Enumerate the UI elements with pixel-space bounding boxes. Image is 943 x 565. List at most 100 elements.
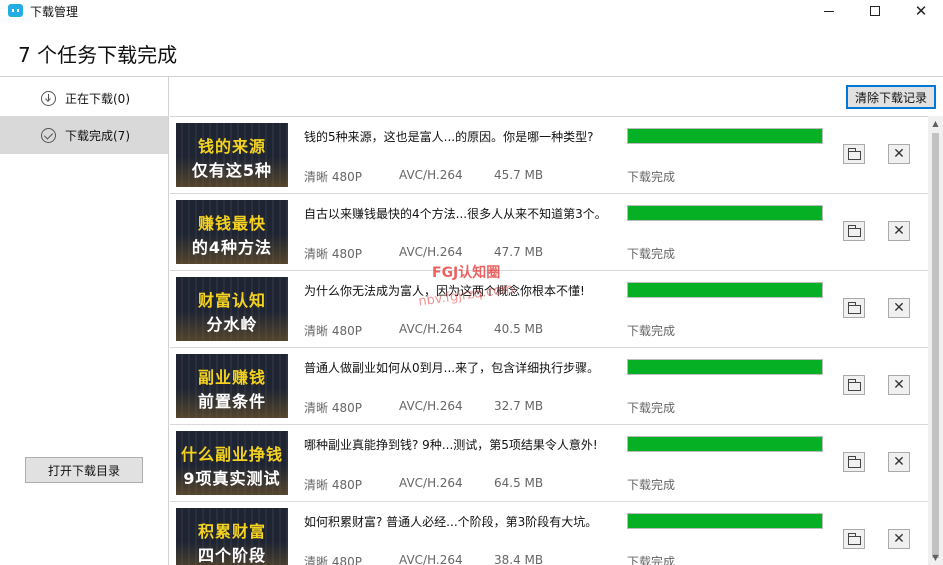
video-thumbnail[interactable]: 积累财富 四个阶段 <box>176 508 288 565</box>
file-size: 45.7 MB <box>494 168 544 182</box>
open-folder-button[interactable] <box>843 298 865 318</box>
thumbnail-caption-top: 副业赚钱 <box>197 368 266 387</box>
progress-fill <box>628 514 822 528</box>
download-row[interactable]: 副业赚钱前置条件 普通人做副业如何从0到月...来了，包含详细执行步骤。 清晰 48… <box>170 348 928 425</box>
progress-bar <box>627 282 823 298</box>
download-row[interactable]: 积累财富 四个阶段 如何积累财富? 普通人必经...个阶段，第3阶段有大坑。清晰 4… <box>170 502 928 565</box>
open-folder-button[interactable] <box>843 221 865 241</box>
delete-x-icon: ✕ <box>893 146 905 162</box>
delete-button[interactable]: ✕ <box>888 529 910 549</box>
page-title: 7 个任务下载完成 <box>18 43 178 67</box>
download-status: 下载完成 <box>627 478 676 492</box>
video-thumbnail[interactable]: 什么副业挣钱 9项真实测试 <box>176 431 288 495</box>
video-quality: 清晰 480P <box>304 324 362 338</box>
sidebar-item-downloading[interactable]: 正在下载(0) <box>0 79 168 117</box>
open-download-folder-button[interactable]: 打开下载目录 <box>25 457 143 483</box>
progress-fill <box>628 206 822 220</box>
video-quality: 清晰 480P <box>304 247 362 261</box>
folder-icon <box>847 532 861 545</box>
download-row[interactable]: 什么副业挣钱 9项真实测试 哪种副业真能挣到钱? 9种...测试，第5项结果令人意外… <box>170 425 928 502</box>
video-thumbnail[interactable]: 财富认知 分水岭 <box>176 277 288 341</box>
video-codec: AVC/H.264 <box>399 399 463 413</box>
video-title: 如何积累财富? 普通人必经...个阶段，第3阶段有大坑。 <box>304 515 598 529</box>
minimize-button[interactable] <box>806 0 852 22</box>
thumbnail-caption-bottom: 前置条件 <box>197 392 266 411</box>
folder-icon <box>847 301 861 314</box>
window-title: 下载管理 <box>30 5 79 19</box>
close-icon: ✕ <box>914 1 928 20</box>
delete-button[interactable]: ✕ <box>888 221 910 241</box>
video-quality: 清晰 480P <box>304 555 362 565</box>
delete-button[interactable]: ✕ <box>888 375 910 395</box>
open-folder-button[interactable] <box>843 452 865 472</box>
thumbnail-caption-top: 钱的来源 <box>197 137 266 156</box>
thumbnail-caption-bottom: 四个阶段 <box>197 546 266 565</box>
delete-x-icon: ✕ <box>893 454 905 470</box>
progress-fill <box>628 283 822 297</box>
minimize-icon <box>824 10 834 12</box>
video-quality: 清晰 480P <box>304 170 362 184</box>
video-thumbnail[interactable]: 副业赚钱 前置条件 <box>176 354 288 418</box>
file-size: 38.4 MB <box>494 553 544 565</box>
maximize-icon <box>870 6 880 16</box>
open-folder-button[interactable] <box>843 375 865 395</box>
video-codec: AVC/H.264 <box>399 245 463 259</box>
progress-fill <box>628 129 822 143</box>
delete-button[interactable]: ✕ <box>888 452 910 472</box>
video-quality: 清晰 480P <box>304 401 362 415</box>
video-thumbnail[interactable]: 钱的来源 仅有这5种 <box>176 123 288 187</box>
video-codec: AVC/H.264 <box>399 168 463 182</box>
video-title: 为什么你无法成为富人，因为这两个概念你根本不懂! <box>304 284 585 298</box>
download-row[interactable]: 财富认知 分水岭 为什么你无法成为富人，因为这两个概念你根本不懂! 清晰 480P AV… <box>170 271 928 348</box>
download-row[interactable]: 钱的来源 仅有这5种 钱的5种来源，这也是富人...的原因。你是哪一种类型? 清晰 4… <box>170 117 928 194</box>
video-title: 哪种副业真能挣到钱? 9种...测试，第5项结果令人意外! <box>304 438 598 452</box>
sidebar-item-label: 下载完成(7) <box>65 128 130 143</box>
download-list: 钱的来源 仅有这5种 钱的5种来源，这也是富人...的原因。你是哪一种类型? 清晰 4… <box>170 116 928 565</box>
thumbnail-caption-top: 什么副业挣钱 <box>180 445 283 464</box>
progress-bar <box>627 205 823 221</box>
folder-icon <box>847 378 861 391</box>
download-status: 下载完成 <box>627 555 676 565</box>
download-row[interactable]: 赚钱最快的4种方法 自古以来赚钱最快的4个方法...很多人从来不知道第3个。 清晰 … <box>170 194 928 271</box>
video-title: 自古以来赚钱最快的4个方法...很多人从来不知道第3个。 <box>304 207 607 221</box>
title-bar: 下载管理 ✕ <box>0 0 943 22</box>
delete-button[interactable]: ✕ <box>888 298 910 318</box>
check-circle-icon <box>41 127 56 143</box>
open-folder-button[interactable] <box>843 529 865 549</box>
maximize-button[interactable] <box>852 0 898 22</box>
thumbnail-caption-top: 财富认知 <box>197 291 266 310</box>
video-thumbnail[interactable]: 赚钱最快的4种方法 <box>176 200 288 264</box>
scrollbar-thumb[interactable] <box>932 133 939 558</box>
file-size: 40.5 MB <box>494 322 544 336</box>
download-status: 下载完成 <box>627 247 676 261</box>
progress-fill <box>628 360 822 374</box>
progress-bar <box>627 436 823 452</box>
scroll-up-arrow-icon[interactable]: ▲ <box>928 116 943 131</box>
close-window-button[interactable]: ✕ <box>898 0 943 22</box>
open-folder-button[interactable] <box>843 144 865 164</box>
file-size: 47.7 MB <box>494 245 544 259</box>
scrollbar[interactable]: ▲ ▼ <box>928 116 943 565</box>
video-codec: AVC/H.264 <box>399 476 463 490</box>
delete-x-icon: ✕ <box>893 377 905 393</box>
thumbnail-caption-bottom: 9项真实测试 <box>183 469 281 488</box>
video-quality: 清晰 480P <box>304 478 362 492</box>
download-arrow-icon <box>41 90 56 106</box>
delete-button[interactable]: ✕ <box>888 144 910 164</box>
progress-bar <box>627 359 823 375</box>
sidebar-item-label: 正在下载(0) <box>65 91 130 106</box>
thumbnail-caption-bottom: 的4种方法 <box>191 238 273 257</box>
delete-x-icon: ✕ <box>893 531 905 547</box>
thumbnail-caption-top: 赚钱最快 <box>197 214 266 233</box>
video-codec: AVC/H.264 <box>399 322 463 336</box>
folder-icon <box>847 147 861 160</box>
app-logo-icon <box>8 4 23 17</box>
video-codec: AVC/H.264 <box>399 553 463 565</box>
clear-history-button[interactable]: 清除下载记录 <box>846 85 936 109</box>
progress-bar <box>627 513 823 529</box>
scroll-down-arrow-icon[interactable]: ▼ <box>928 550 943 565</box>
sidebar-item-completed[interactable]: 下载完成(7) <box>0 116 168 154</box>
delete-x-icon: ✕ <box>893 223 905 239</box>
video-title: 普通人做副业如何从0到月...来了，包含详细执行步骤。 <box>304 361 600 375</box>
delete-x-icon: ✕ <box>893 300 905 316</box>
